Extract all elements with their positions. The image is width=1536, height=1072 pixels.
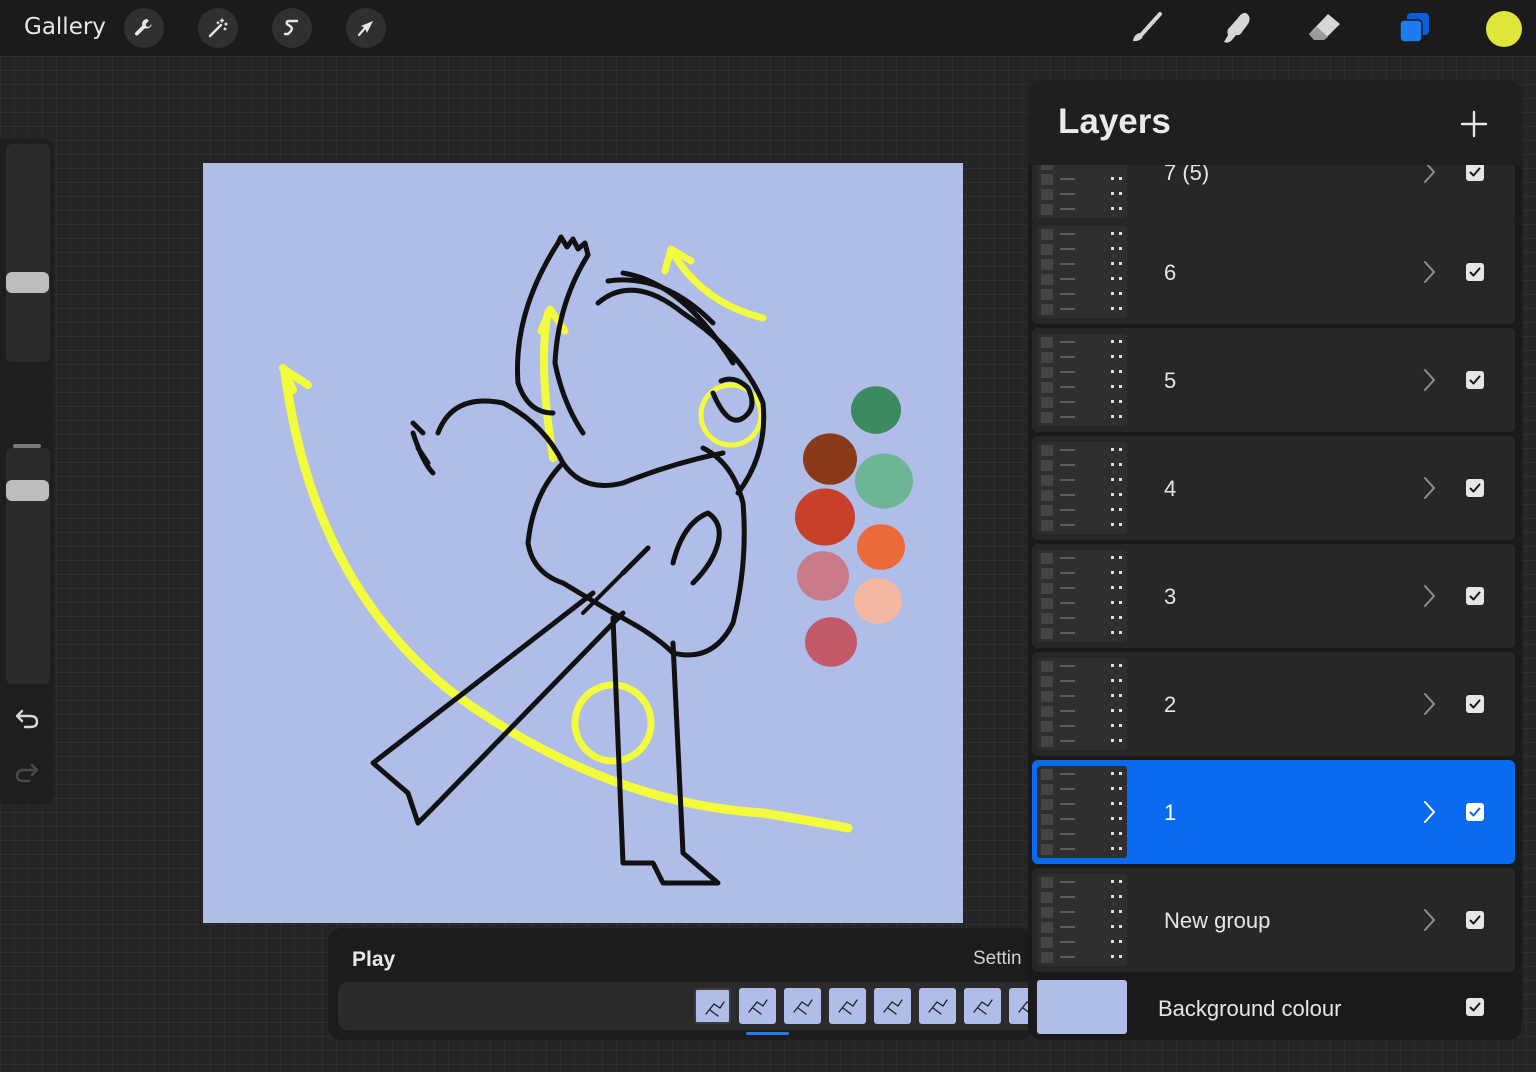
layer-visibility-checkbox[interactable] xyxy=(1466,163,1484,181)
artwork xyxy=(203,163,963,923)
checkmark-icon xyxy=(1469,483,1481,493)
palette-swatch xyxy=(854,578,902,624)
checkmark-icon xyxy=(1469,915,1481,925)
brush-size-slider[interactable] xyxy=(6,144,50,362)
palette-swatch xyxy=(851,386,901,434)
layer-row[interactable]: 1 xyxy=(1032,760,1515,864)
layers-title: Layers xyxy=(1058,102,1171,141)
animation-frame[interactable] xyxy=(874,988,911,1024)
top-toolbar: Gallery xyxy=(0,0,1536,56)
palette-swatch xyxy=(795,488,855,546)
drawing-canvas[interactable] xyxy=(203,163,963,923)
background-colour-swatch[interactable] xyxy=(1037,980,1127,1034)
animation-frame[interactable] xyxy=(829,988,866,1024)
settings-button[interactable]: Settin xyxy=(973,948,1022,970)
animation-frame[interactable] xyxy=(964,988,1001,1024)
layer-row[interactable]: 4 xyxy=(1032,436,1515,540)
layer-thumbnail[interactable] xyxy=(1037,766,1127,858)
brush-icon xyxy=(1133,12,1162,42)
layer-name: 2 xyxy=(1164,692,1177,717)
chevron-right-icon[interactable] xyxy=(1418,583,1440,609)
smudge-icon xyxy=(1224,12,1250,43)
layer-thumbnail[interactable] xyxy=(1037,658,1127,750)
eraser-button[interactable] xyxy=(1302,6,1346,50)
checkmark-icon xyxy=(1469,1002,1481,1012)
magic-wand-icon xyxy=(208,18,228,38)
play-button[interactable]: Play xyxy=(352,948,395,972)
layer-visibility-checkbox[interactable] xyxy=(1466,803,1484,821)
selected-frame-indicator xyxy=(746,1032,789,1035)
layer-name: 1 xyxy=(1164,800,1177,825)
left-sidebar xyxy=(0,138,54,804)
checkmark-icon xyxy=(1469,375,1481,385)
background-colour-label: Background colour xyxy=(1158,996,1342,1021)
layer-thumbnail[interactable] xyxy=(1037,550,1127,642)
brush-size-thumb[interactable] xyxy=(6,272,49,294)
background-visibility-checkbox[interactable] xyxy=(1466,998,1484,1016)
undo-icon[interactable] xyxy=(13,704,41,732)
animation-frame[interactable] xyxy=(694,988,731,1024)
checkmark-icon xyxy=(1469,591,1481,601)
canvas-background xyxy=(203,163,963,923)
color-picker-button[interactable] xyxy=(1486,11,1522,47)
checkmark-icon xyxy=(1469,699,1481,709)
animation-timeline: Play Settin xyxy=(328,928,1033,1040)
animation-frame[interactable] xyxy=(739,988,776,1024)
layer-visibility-checkbox[interactable] xyxy=(1466,371,1484,389)
layer-row[interactable]: 5 xyxy=(1032,328,1515,432)
chevron-right-icon[interactable] xyxy=(1418,475,1440,501)
gallery-button[interactable]: Gallery xyxy=(24,14,106,40)
checkmark-icon xyxy=(1469,267,1481,277)
layer-visibility-checkbox[interactable] xyxy=(1466,695,1484,713)
checkmark-icon xyxy=(1469,167,1481,177)
selection-icon xyxy=(283,19,299,36)
transform-button[interactable] xyxy=(346,8,386,48)
animation-frame[interactable] xyxy=(919,988,956,1024)
palette-swatch xyxy=(855,453,913,509)
layer-visibility-checkbox[interactable] xyxy=(1466,911,1484,929)
chevron-right-icon[interactable] xyxy=(1418,799,1440,825)
layer-name: 5 xyxy=(1164,368,1177,393)
chevron-right-icon[interactable] xyxy=(1418,259,1440,285)
layers-icon xyxy=(1399,13,1429,43)
wrench-icon xyxy=(134,19,152,36)
layer-thumbnail[interactable] xyxy=(1037,334,1127,426)
background-colour-layer[interactable]: Background colour xyxy=(1032,976,1515,1040)
layers-button[interactable] xyxy=(1392,6,1436,50)
checkmark-icon xyxy=(1469,807,1481,817)
actions-button[interactable] xyxy=(124,8,164,48)
layer-name: 6 xyxy=(1164,260,1177,285)
plus-icon[interactable] xyxy=(1458,108,1490,140)
animation-frame[interactable] xyxy=(784,988,821,1024)
layer-thumbnail[interactable] xyxy=(1037,226,1127,318)
adjustments-button[interactable] xyxy=(198,8,238,48)
layer-row[interactable]: New group xyxy=(1032,868,1515,972)
layer-name: New group xyxy=(1164,908,1271,933)
layer-row[interactable]: 2 xyxy=(1032,652,1515,756)
selection-button[interactable] xyxy=(272,8,312,48)
layers-panel: 7 (5) 6 5 4 3 2 1 New group Layers Background c… xyxy=(1028,80,1522,1040)
palette-swatch xyxy=(803,433,857,485)
layer-name: 3 xyxy=(1164,584,1177,609)
layer-thumbnail[interactable] xyxy=(1037,874,1127,966)
layer-name: 4 xyxy=(1164,476,1177,501)
layer-row[interactable]: 3 xyxy=(1032,544,1515,648)
palette-swatch xyxy=(797,551,849,601)
layer-row[interactable]: 6 xyxy=(1032,220,1515,324)
chevron-right-icon[interactable] xyxy=(1418,691,1440,717)
opacity-thumb[interactable] xyxy=(6,480,49,502)
palette-swatch xyxy=(857,524,905,570)
layer-visibility-checkbox[interactable] xyxy=(1466,263,1484,281)
transform-arrow-icon xyxy=(357,21,373,37)
eraser-icon xyxy=(1309,14,1340,40)
brush-button[interactable] xyxy=(1124,6,1168,50)
redo-icon[interactable] xyxy=(13,758,41,786)
chevron-right-icon[interactable] xyxy=(1418,367,1440,393)
layer-thumbnail[interactable] xyxy=(1037,442,1127,534)
chevron-right-icon[interactable] xyxy=(1418,907,1440,933)
layer-visibility-checkbox[interactable] xyxy=(1466,587,1484,605)
palette-swatch xyxy=(805,617,857,667)
layer-visibility-checkbox[interactable] xyxy=(1466,479,1484,497)
smudge-button[interactable] xyxy=(1214,6,1258,50)
